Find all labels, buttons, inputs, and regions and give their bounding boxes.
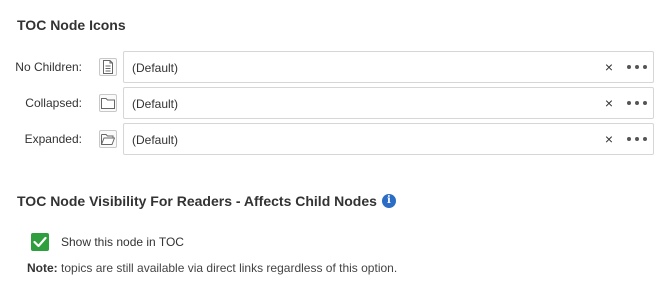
- show-in-toc-label[interactable]: Show this node in TOC: [61, 235, 184, 249]
- icon-select-field[interactable]: (Default) ×: [123, 123, 654, 155]
- folder-closed-icon: [99, 94, 117, 112]
- more-options-icon[interactable]: [627, 58, 647, 76]
- field-value: (Default): [132, 97, 179, 111]
- more-options-icon[interactable]: [627, 94, 647, 112]
- document-icon: [99, 58, 117, 76]
- clear-icon[interactable]: ×: [601, 94, 617, 112]
- show-in-toc-checkbox[interactable]: [31, 233, 49, 251]
- clear-icon[interactable]: ×: [601, 58, 617, 76]
- icon-select-field[interactable]: (Default) ×: [123, 87, 654, 119]
- icon-row-no-children: No Children: (Default) ×: [0, 51, 663, 83]
- row-label: Expanded:: [24, 132, 82, 146]
- section-title-visibility: TOC Node Visibility For Readers - Affect…: [17, 193, 396, 209]
- show-in-toc-option: Show this node in TOC: [31, 233, 184, 251]
- row-label: No Children:: [15, 60, 82, 74]
- more-options-icon[interactable]: [627, 130, 647, 148]
- visibility-title-text: TOC Node Visibility For Readers - Affect…: [17, 193, 377, 209]
- icon-row-collapsed: Collapsed: (Default) ×: [0, 87, 663, 119]
- row-label: Collapsed:: [25, 96, 82, 110]
- field-value: (Default): [132, 61, 179, 75]
- icon-select-field[interactable]: (Default) ×: [123, 51, 654, 83]
- note-text: topics are still available via direct li…: [57, 261, 398, 275]
- checkmark-icon: [33, 236, 47, 248]
- visibility-note: Note: topics are still available via dir…: [27, 261, 397, 275]
- toc-node-settings-panel: TOC Node Icons No Children: (Default) × …: [0, 0, 663, 290]
- folder-open-icon: [99, 130, 117, 148]
- info-icon[interactable]: i: [381, 194, 396, 208]
- clear-icon[interactable]: ×: [601, 130, 617, 148]
- note-label: Note:: [27, 261, 58, 275]
- field-value: (Default): [132, 133, 179, 147]
- section-title-toc-node-icons: TOC Node Icons: [17, 17, 126, 33]
- icon-row-expanded: Expanded: (Default) ×: [0, 123, 663, 155]
